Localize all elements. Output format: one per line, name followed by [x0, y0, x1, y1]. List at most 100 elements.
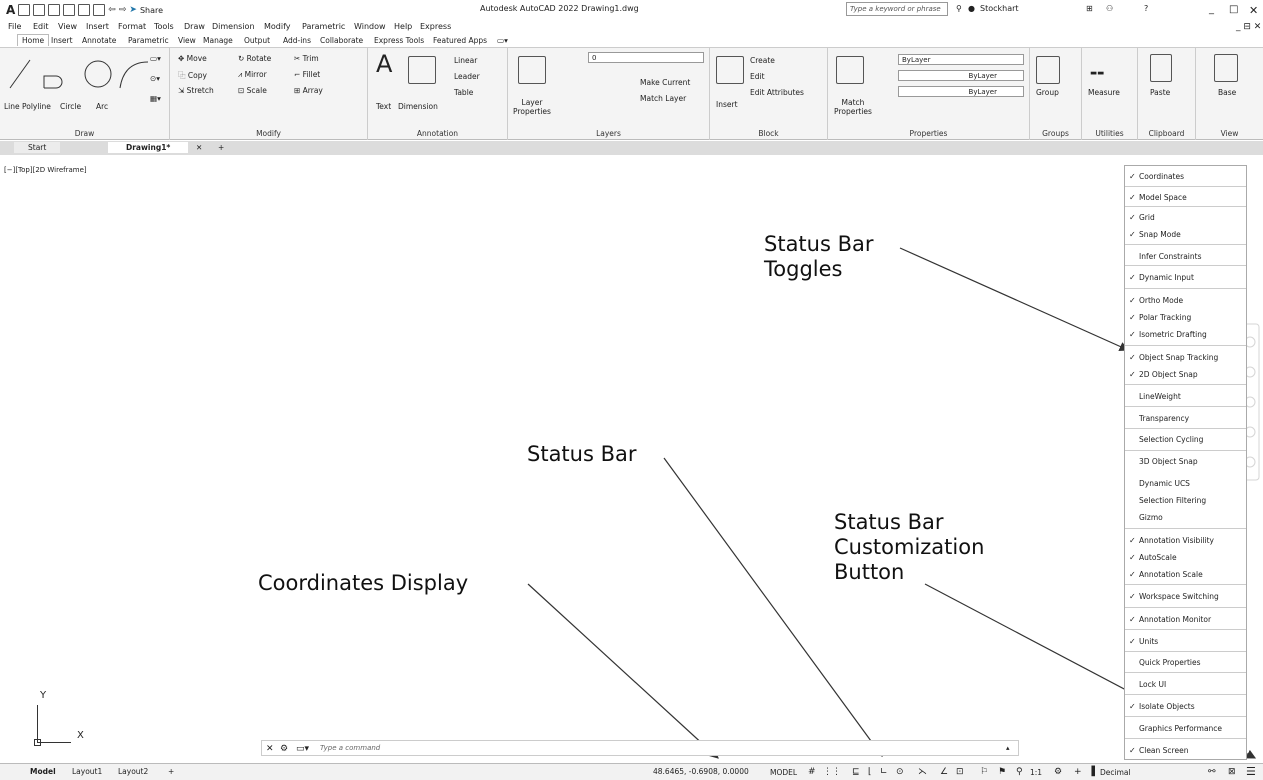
base-view-icon[interactable] — [1214, 54, 1238, 82]
menu-item-dynamic-ucs[interactable]: Dynamic UCS — [1125, 476, 1246, 492]
color-dropdown[interactable]: ByLayer — [898, 54, 1024, 65]
text-icon[interactable]: A — [376, 50, 392, 78]
menu-item-snap-mode[interactable]: ✓ Snap Mode — [1125, 227, 1246, 243]
copy-button[interactable]: ⿻ Copy — [178, 70, 207, 81]
publish-icon[interactable] — [78, 4, 91, 16]
object-snap-icon[interactable]: ⊡ — [956, 767, 964, 777]
doc-window-controls[interactable]: _ ⊟ ✕ — [1236, 22, 1261, 32]
menu-item-autoscale[interactable]: ✓ AutoScale — [1125, 550, 1246, 566]
group-icon[interactable] — [1036, 56, 1060, 84]
stretch-button[interactable]: ⇲ Stretch — [178, 86, 214, 95]
annotation-visibility-icon[interactable]: ⚐ — [980, 767, 988, 777]
menu-edit[interactable]: Edit — [33, 22, 49, 31]
menu-express[interactable]: Express — [420, 22, 451, 31]
object-snap-tracking-icon[interactable]: ∠ — [940, 767, 948, 777]
scale-button[interactable]: ⊡ Scale — [238, 86, 267, 95]
line-button[interactable]: Line — [4, 102, 20, 111]
insert-button[interactable]: Insert — [716, 100, 738, 109]
view-panel-title[interactable]: View — [1196, 129, 1263, 138]
workspace-switching-icon[interactable]: ⚙ — [1054, 767, 1062, 777]
match-layer-button[interactable]: Match Layer — [640, 94, 686, 103]
menu-item-transparency[interactable]: Transparency — [1125, 411, 1246, 427]
customization-menu-icon[interactable]: ☰ — [1246, 765, 1256, 778]
customize-command-icon[interactable]: ⚙ — [280, 744, 288, 754]
collaborate-icon[interactable]: ⚇ — [1106, 4, 1113, 13]
edit-attributes-button[interactable]: Edit Attributes — [750, 88, 804, 97]
isometric-icon[interactable]: ⋋ — [918, 767, 927, 777]
menu-item-workspace-switching[interactable]: ✓ Workspace Switching — [1125, 589, 1246, 605]
search-icon[interactable]: ⚲ — [956, 4, 962, 13]
polar-icon[interactable]: ⊙ — [896, 767, 904, 777]
make-current-button[interactable]: Make Current — [640, 78, 690, 87]
save-as-icon[interactable] — [63, 4, 76, 16]
menu-modify[interactable]: Modify — [264, 22, 291, 31]
menu-item-gizmo[interactable]: Gizmo — [1125, 510, 1246, 526]
menu-item-2d-object-snap[interactable]: ✓ 2D Object Snap — [1125, 367, 1246, 383]
menu-item-infer-constraints[interactable]: Infer Constraints — [1125, 249, 1246, 265]
open-icon[interactable] — [33, 4, 46, 16]
ribbon-options-icon[interactable]: ▭▾ — [497, 36, 508, 45]
menu-item-coordinates[interactable]: ✓ Coordinates — [1125, 169, 1246, 185]
clipboard-panel-title[interactable]: Clipboard — [1138, 129, 1195, 138]
menu-file[interactable]: File — [8, 22, 21, 31]
groups-panel-title[interactable]: Groups — [1030, 129, 1081, 138]
command-line[interactable]: ✕ ⚙ ▭▾ Type a command ▴ — [261, 740, 1019, 756]
menu-item-isometric-drafting[interactable]: ✓ Isometric Drafting — [1125, 327, 1246, 343]
minimize-button[interactable]: _ — [1209, 4, 1214, 15]
modify-panel-title[interactable]: Modify — [170, 129, 367, 138]
dynamic-input-icon[interactable]: ⌊ — [868, 767, 872, 777]
viewport-controls[interactable]: [−][Top][2D Wireframe] — [4, 166, 87, 174]
redo-icon[interactable]: ⇨ — [119, 5, 127, 15]
menu-item-selection-filtering[interactable]: Selection Filtering — [1125, 493, 1246, 509]
new-tab-icon[interactable]: + — [218, 143, 224, 152]
tab-layout2[interactable]: Layout2 — [118, 767, 148, 776]
tab-manage[interactable]: Manage — [203, 36, 233, 45]
tab-add-ins[interactable]: Add-ins — [283, 36, 311, 45]
menu-item-annotation-monitor[interactable]: ✓ Annotation Monitor — [1125, 612, 1246, 628]
clean-screen-icon[interactable]: ⊠ — [1228, 767, 1236, 777]
menu-help[interactable]: Help — [394, 22, 412, 31]
recent-commands-icon[interactable]: ▭▾ — [296, 744, 309, 754]
measure-icon[interactable]: ▬▬ — [1090, 68, 1104, 77]
menu-item-graphics-performance[interactable]: Graphics Performance — [1125, 721, 1246, 737]
tab-view[interactable]: View — [178, 36, 196, 45]
command-input[interactable]: Type a command — [320, 744, 380, 752]
tab-parametric[interactable]: Parametric — [128, 36, 169, 45]
tab-express-tools[interactable]: Express Tools — [374, 36, 424, 45]
close-tab-icon[interactable]: ✕ — [196, 143, 202, 152]
menu-item-object-snap-tracking[interactable]: ✓ Object Snap Tracking — [1125, 350, 1246, 366]
isolate-objects-icon[interactable]: ⚯ — [1208, 767, 1216, 777]
tab-home[interactable]: Home — [17, 34, 50, 46]
annotation-scale-value[interactable]: 1:1 — [1030, 768, 1042, 777]
rectangle-icon[interactable]: ▭▾ — [150, 54, 161, 63]
annotation-scale-icon[interactable]: ⚲ — [1016, 767, 1023, 777]
tab-model[interactable]: Model — [30, 767, 56, 776]
user-icon[interactable]: ● — [968, 4, 975, 13]
tab-annotate[interactable]: Annotate — [82, 36, 116, 45]
fillet-button[interactable]: ⌐ Fillet — [294, 70, 320, 79]
paste-button[interactable]: Paste — [1150, 88, 1170, 97]
maximize-button[interactable]: □ — [1229, 4, 1238, 15]
plot-icon[interactable] — [93, 4, 106, 16]
menu-format[interactable]: Format — [118, 22, 146, 31]
match-properties-button[interactable]: Match Properties — [832, 98, 874, 116]
dimension-icon[interactable] — [408, 56, 436, 84]
paste-icon[interactable] — [1150, 54, 1172, 82]
polyline-button[interactable]: Polyline — [22, 102, 51, 111]
edit-block-button[interactable]: Edit — [750, 72, 765, 81]
units-icon[interactable]: ▐ — [1088, 767, 1095, 777]
measure-button[interactable]: Measure — [1088, 88, 1120, 97]
command-history-icon[interactable]: ▴ — [1006, 744, 1010, 752]
menu-view[interactable]: View — [58, 22, 77, 31]
linear-button[interactable]: Linear — [454, 56, 477, 65]
tab-drawing1[interactable]: Drawing1* — [108, 142, 189, 153]
menu-item-dynamic-input[interactable]: ✓ Dynamic Input — [1125, 270, 1246, 286]
lineweight-dropdown[interactable]: ByLayer — [898, 86, 1024, 97]
annotation-monitor-icon[interactable]: + — [1074, 767, 1082, 777]
array-button[interactable]: ⊞ Array — [294, 86, 323, 95]
menu-window[interactable]: Window — [354, 22, 386, 31]
units-value[interactable]: Decimal — [1100, 768, 1131, 777]
dimension-button[interactable]: Dimension — [398, 102, 438, 111]
utilities-panel-title[interactable]: Utilities — [1082, 129, 1137, 138]
linetype-dropdown[interactable]: ByLayer — [898, 70, 1024, 81]
